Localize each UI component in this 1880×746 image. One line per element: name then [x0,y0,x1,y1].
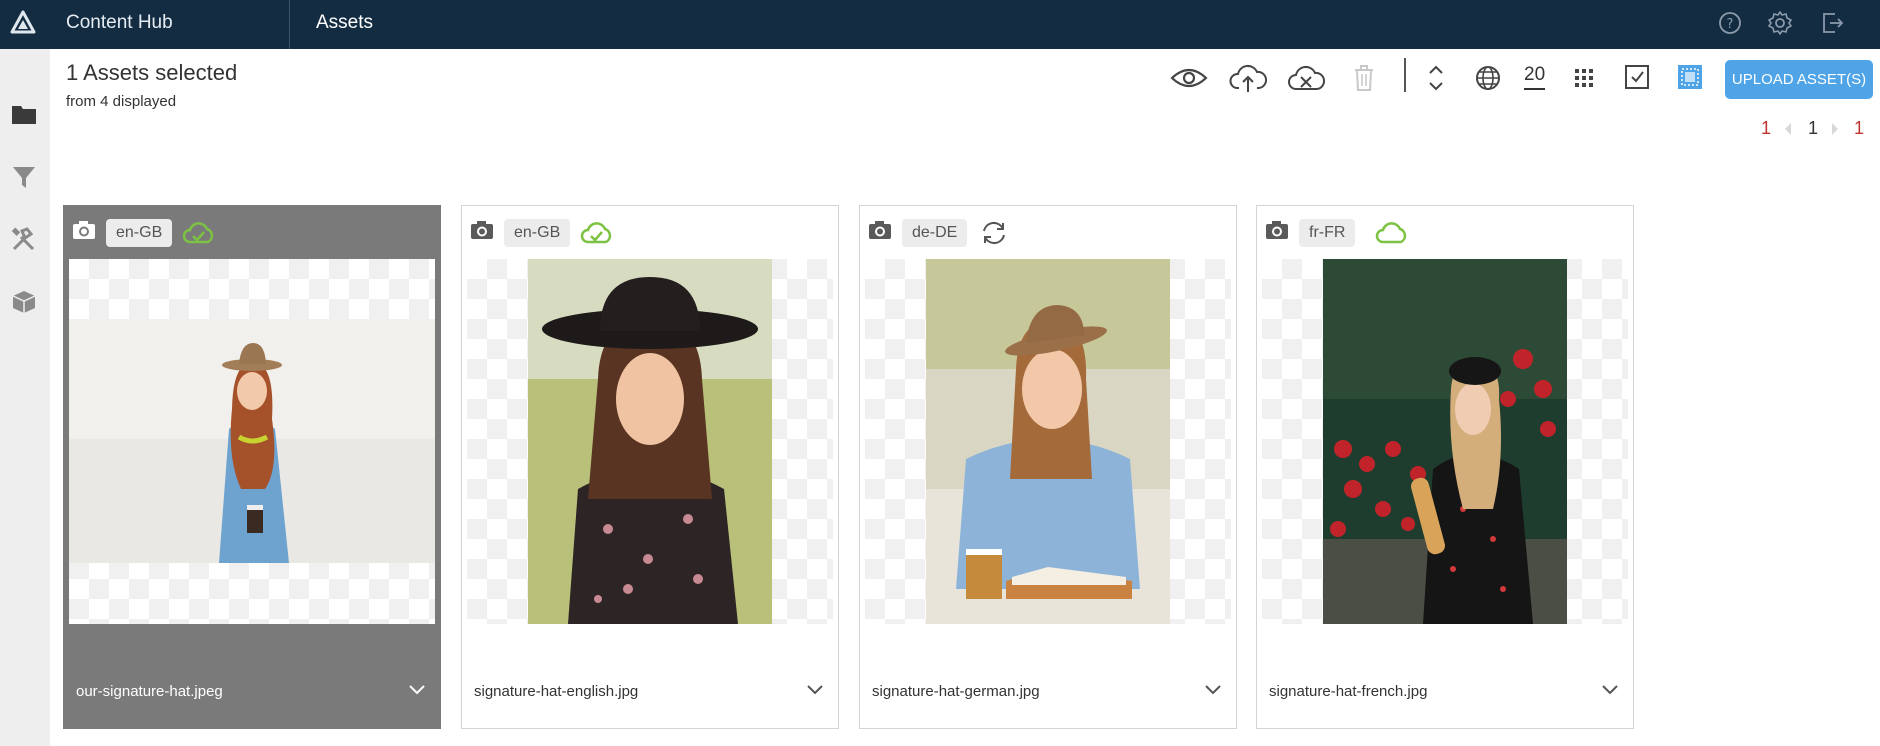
cloud-cancel-icon[interactable] [1287,60,1325,96]
locale-badge: en-GB [504,219,571,247]
section-title: Assets [316,12,374,33]
grid-icon[interactable] [1573,60,1595,96]
package-icon[interactable] [9,287,39,317]
sidebar [0,49,50,746]
synced-cloud-icon [580,222,612,244]
asset-thumbnail[interactable] [865,259,1231,624]
select-region-icon[interactable] [1675,60,1705,96]
filter-icon[interactable] [9,162,39,192]
asset-filename[interactable]: signature-hat-french.jpg [1269,683,1427,700]
asset-filename[interactable]: signature-hat-german.jpg [872,683,1040,700]
asset-card[interactable]: en-GB signature-hat-english.jpg [461,205,839,729]
asset-image [528,259,772,624]
chevron-down-icon[interactable] [1599,678,1621,700]
asset-filename[interactable]: signature-hat-english.jpg [474,683,638,700]
chevron-down-icon[interactable] [804,678,826,700]
sort-icon[interactable] [1426,60,1446,96]
syncing-icon [983,221,1005,245]
folder-icon[interactable] [9,99,39,129]
header-divider [289,0,290,49]
globe-icon[interactable] [1474,60,1502,96]
camera-icon [471,221,493,239]
selection-subtitle: from 4 displayed [66,93,177,110]
toolbar-divider [1404,58,1406,92]
page-size-selector[interactable]: 20 [1524,64,1546,90]
pager-last[interactable]: 1 [1854,118,1864,139]
trash-icon[interactable] [1351,60,1377,96]
pager-current: 1 [1808,118,1819,138]
locale-badge: en-GB [106,219,173,247]
pager-first[interactable]: 1 [1761,118,1771,139]
chevron-down-icon[interactable] [406,678,428,700]
svg-text:?: ? [1727,17,1734,32]
asset-card[interactable]: fr-FR signature-hat-french.jpg [1256,205,1634,729]
camera-icon [869,221,891,239]
asset-filename[interactable]: our-signature-hat.jpeg [76,683,223,700]
select-all-icon[interactable] [1623,60,1651,96]
next-page-icon[interactable] [1830,122,1840,136]
selection-title: 1 Assets selected [66,60,238,85]
top-bar: Content Hub Assets ? [0,0,1880,49]
synced-cloud-icon [182,222,214,244]
prev-page-icon[interactable] [1783,122,1793,136]
asset-thumbnail[interactable] [69,259,435,624]
cloud-outline-icon [1375,222,1407,244]
asset-card[interactable]: en-GB our-signature-hat.jpeg [63,205,441,729]
chevron-down-icon[interactable] [1202,678,1224,700]
locale-badge: fr-FR [1299,219,1356,247]
help-icon[interactable]: ? [1716,9,1744,37]
asset-image [69,319,435,563]
camera-icon [73,221,95,239]
app-title[interactable]: Content Hub [66,0,173,49]
asset-thumbnail[interactable] [1262,259,1628,624]
asset-image [926,259,1170,624]
locale-badge: de-DE [902,219,968,247]
camera-icon [1266,221,1288,239]
asset-thumbnail[interactable] [467,259,833,624]
asset-image [1323,259,1567,624]
tools-icon[interactable] [9,225,39,255]
logout-icon[interactable] [1818,9,1846,37]
asset-card[interactable]: de-DE signature-hat-german.jpg [859,205,1237,729]
upload-assets-button[interactable]: UPLOAD ASSET(S) [1725,60,1873,99]
logo-icon[interactable] [10,10,36,36]
settings-icon[interactable] [1766,9,1794,37]
preview-icon[interactable] [1170,60,1208,96]
cloud-upload-icon[interactable] [1229,60,1267,96]
